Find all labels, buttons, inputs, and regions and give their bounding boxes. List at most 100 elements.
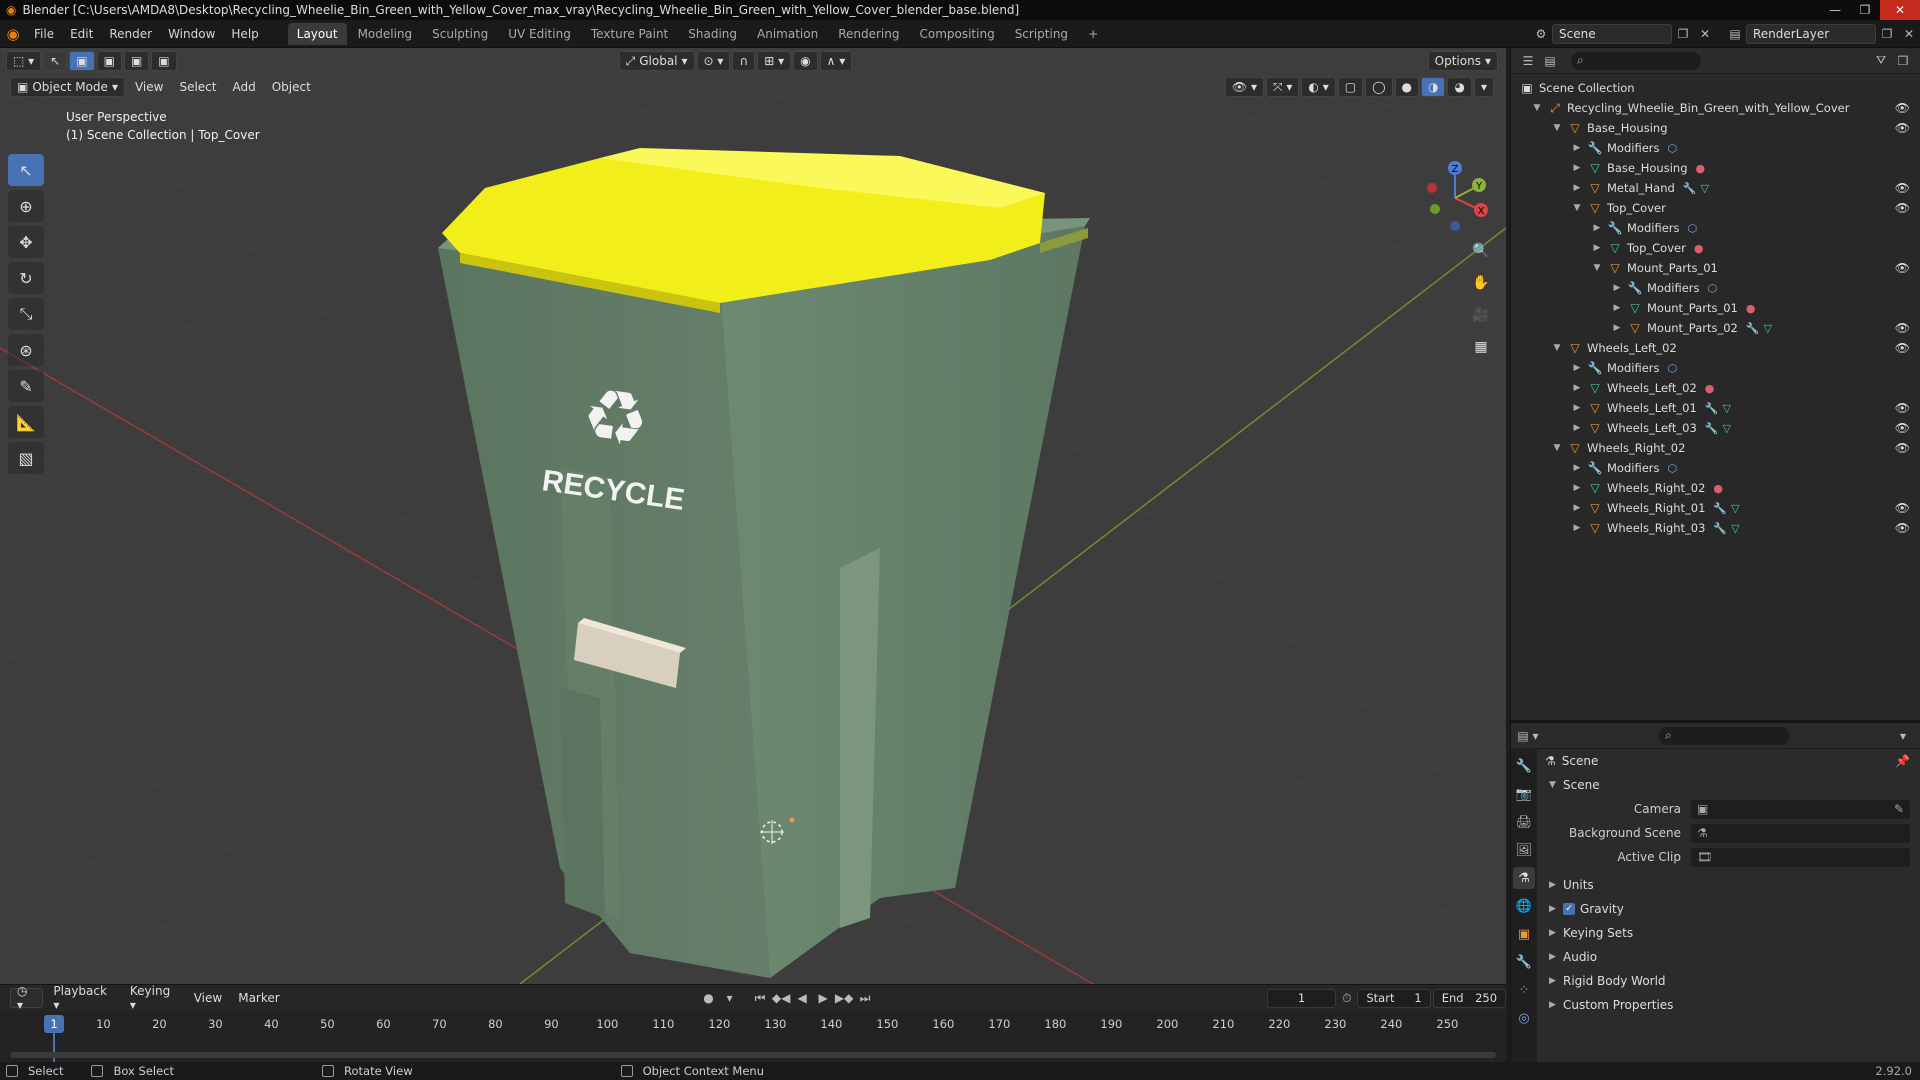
outliner-row-scene-collection[interactable]: ▣ Scene Collection: [1511, 78, 1920, 98]
zoom-icon[interactable]: 🔍: [1468, 238, 1494, 264]
tab-compositing[interactable]: Compositing: [910, 23, 1003, 45]
move-icon[interactable]: ✥: [8, 226, 44, 258]
prev-keyframe-icon[interactable]: ◆◀: [771, 988, 792, 1008]
units-panel-header[interactable]: ▶ Units: [1541, 873, 1920, 897]
expand-arrow-icon[interactable]: ▼: [1571, 203, 1583, 213]
menu-timeline-view[interactable]: View: [186, 991, 230, 1005]
wireframe-shading-icon[interactable]: ◯: [1365, 77, 1393, 97]
snap-target-icon[interactable]: ⊞ ▾: [757, 51, 792, 71]
snap-icon[interactable]: ∩: [732, 51, 756, 71]
scale-icon[interactable]: ⤡: [8, 298, 44, 330]
view-layer-browse-icon[interactable]: ▤: [1724, 24, 1746, 44]
measure-icon[interactable]: 📐: [8, 406, 44, 438]
3d-viewport[interactable]: ♻ RECYCLE Z X Y ⬚ ▾ ↖ ▣ ▣ ▣ ▣ ⤢ Global ▾…: [0, 48, 1506, 984]
editor-type-icon[interactable]: ⬚ ▾: [6, 51, 42, 71]
eye-icon[interactable]: 👁: [1895, 181, 1910, 195]
transform-orientation-dropdown[interactable]: ⤢ Global ▾: [618, 51, 695, 71]
play-reverse-icon[interactable]: ◀: [792, 988, 813, 1008]
tab-uv-editing[interactable]: UV Editing: [499, 23, 580, 45]
gravity-checkbox[interactable]: ✓: [1563, 903, 1575, 915]
object-mode-dropdown[interactable]: ▣ Object Mode ▾: [10, 77, 125, 97]
expand-arrow-icon[interactable]: ▶: [1571, 163, 1583, 173]
tab-rendering[interactable]: Rendering: [829, 23, 908, 45]
keying-options-icon[interactable]: ▾: [719, 988, 740, 1008]
select-mode-intersect-icon[interactable]: ▣: [151, 51, 177, 71]
render-tab-icon[interactable]: 📷: [1513, 783, 1535, 805]
outliner-row[interactable]: ▶ ▽ Wheels_Left_02 ●: [1511, 378, 1920, 398]
menu-playback[interactable]: Playback ▾: [45, 984, 121, 1012]
world-tab-icon[interactable]: 🌐: [1513, 895, 1535, 917]
tab-sculpting[interactable]: Sculpting: [423, 23, 497, 45]
outliner-row[interactable]: ▶ 🔧 Modifiers ⬡: [1511, 358, 1920, 378]
outliner-row[interactable]: ▶ ▽ Wheels_Left_03 🔧 ▽ 👁: [1511, 418, 1920, 438]
camera-field[interactable]: ▣ ✎: [1691, 799, 1910, 819]
delete-view-layer-icon[interactable]: ✕: [1898, 24, 1920, 44]
visibility-icon[interactable]: 👁 ▾: [1224, 77, 1264, 97]
filter-icon[interactable]: ⛛: [1870, 51, 1892, 71]
options-dropdown[interactable]: Options ▾: [1427, 51, 1498, 71]
expand-arrow-icon[interactable]: ▶: [1591, 223, 1603, 233]
outliner-row[interactable]: ▶ ▽ Top_Cover ●: [1511, 238, 1920, 258]
gravity-panel-header[interactable]: ▶ ✓ Gravity: [1541, 897, 1920, 921]
tab-layout[interactable]: Layout: [287, 22, 347, 45]
timeline-editor-type-icon[interactable]: ◷ ▾: [10, 984, 44, 1012]
tab-texture-paint[interactable]: Texture Paint: [582, 23, 677, 45]
eye-icon[interactable]: 👁: [1895, 201, 1910, 215]
shading-options-icon[interactable]: ▾: [1473, 77, 1494, 97]
eye-icon[interactable]: 👁: [1895, 441, 1910, 455]
delete-scene-icon[interactable]: ✕: [1694, 24, 1716, 44]
custom-properties-panel-header[interactable]: ▶ Custom Properties: [1541, 993, 1920, 1017]
outliner-row[interactable]: ▼ ▽ Top_Cover 👁: [1511, 198, 1920, 218]
object-tab-icon[interactable]: ▣: [1513, 923, 1535, 945]
expand-arrow-icon[interactable]: ▼: [1551, 343, 1563, 353]
modifier-tab-icon[interactable]: 🔧: [1513, 951, 1535, 973]
output-tab-icon[interactable]: 🖨: [1513, 811, 1535, 833]
keying-sets-panel-header[interactable]: ▶ Keying Sets: [1541, 921, 1920, 945]
expand-arrow-icon[interactable]: ▼: [1531, 103, 1543, 113]
rendered-shading-icon[interactable]: ◕: [1447, 77, 1472, 97]
properties-search-input[interactable]: ⌕: [1659, 726, 1789, 745]
expand-arrow-icon[interactable]: ▶: [1571, 483, 1583, 493]
cursor-icon[interactable]: ⊕: [8, 190, 44, 222]
pivot-point-icon[interactable]: ⊙ ▾: [696, 51, 731, 71]
scene-tab-icon[interactable]: ⚗: [1513, 867, 1535, 889]
outliner-search-input[interactable]: ⌕: [1571, 51, 1701, 70]
physics-tab-icon[interactable]: ◎: [1513, 1007, 1535, 1029]
outliner-row[interactable]: ▶ ▽ Wheels_Right_01 🔧 ▽ 👁: [1511, 498, 1920, 518]
outliner-row[interactable]: ▶ ▽ Base_Housing ●: [1511, 158, 1920, 178]
tool-tab-icon[interactable]: 🔧: [1513, 755, 1535, 777]
jump-start-icon[interactable]: ⏮: [750, 988, 771, 1008]
outliner-row[interactable]: ▼ ⤢ Recycling_Wheelie_Bin_Green_with_Yel…: [1511, 98, 1920, 118]
outliner-row[interactable]: ▶ ▽ Mount_Parts_02 🔧 ▽ 👁: [1511, 318, 1920, 338]
background-scene-field[interactable]: ⚗: [1691, 823, 1910, 843]
view-layer-tab-icon[interactable]: 🖼: [1513, 839, 1535, 861]
eye-icon[interactable]: 👁: [1895, 101, 1910, 115]
expand-arrow-icon[interactable]: ▼: [1551, 443, 1563, 453]
menu-file[interactable]: File: [26, 27, 62, 41]
auto-keying-icon[interactable]: ●: [698, 988, 719, 1008]
expand-arrow-icon[interactable]: ▶: [1571, 183, 1583, 193]
next-keyframe-icon[interactable]: ▶◆: [834, 988, 855, 1008]
eye-icon[interactable]: 👁: [1895, 521, 1910, 535]
eye-icon[interactable]: 👁: [1895, 321, 1910, 335]
timeline-scrollbar[interactable]: [10, 1052, 1496, 1058]
minimize-button[interactable]: —: [1820, 0, 1850, 20]
expand-arrow-icon[interactable]: ▶: [1571, 503, 1583, 513]
menu-select[interactable]: Select: [171, 80, 224, 94]
expand-arrow-icon[interactable]: ▶: [1571, 463, 1583, 473]
menu-object[interactable]: Object: [264, 80, 319, 94]
expand-arrow-icon[interactable]: ▶: [1571, 423, 1583, 433]
camera-view-icon[interactable]: 🎥: [1468, 302, 1494, 328]
menu-window[interactable]: Window: [160, 27, 223, 41]
maximize-button[interactable]: ❐: [1850, 0, 1880, 20]
scene-name-field[interactable]: Scene: [1552, 24, 1672, 44]
solid-shading-icon[interactable]: ●: [1394, 77, 1419, 97]
current-frame-field[interactable]: 1: [1266, 988, 1337, 1008]
menu-edit[interactable]: Edit: [62, 27, 101, 41]
audio-panel-header[interactable]: ▶ Audio: [1541, 945, 1920, 969]
eye-icon[interactable]: 👁: [1895, 261, 1910, 275]
outliner-row[interactable]: ▶ ▽ Wheels_Right_02 ●: [1511, 478, 1920, 498]
menu-keying[interactable]: Keying ▾: [122, 984, 186, 1012]
expand-arrow-icon[interactable]: ▶: [1591, 243, 1603, 253]
select-box-icon[interactable]: ↖: [8, 154, 44, 186]
